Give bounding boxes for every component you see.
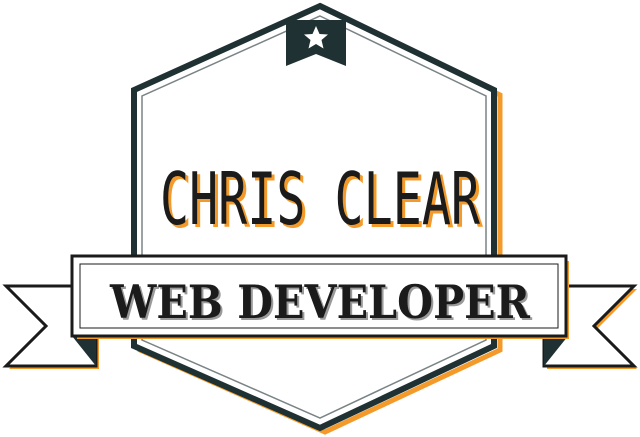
badge-graphic: CHRIS CLEAR CHRIS CLEAR WEB DEVELOPER WE… xyxy=(2,2,638,435)
logo-badge: CHRIS CLEAR CHRIS CLEAR WEB DEVELOPER WE… xyxy=(0,0,640,437)
badge-title: WEB DEVELOPER xyxy=(109,275,531,329)
badge-name: CHRIS CLEAR xyxy=(160,157,480,241)
